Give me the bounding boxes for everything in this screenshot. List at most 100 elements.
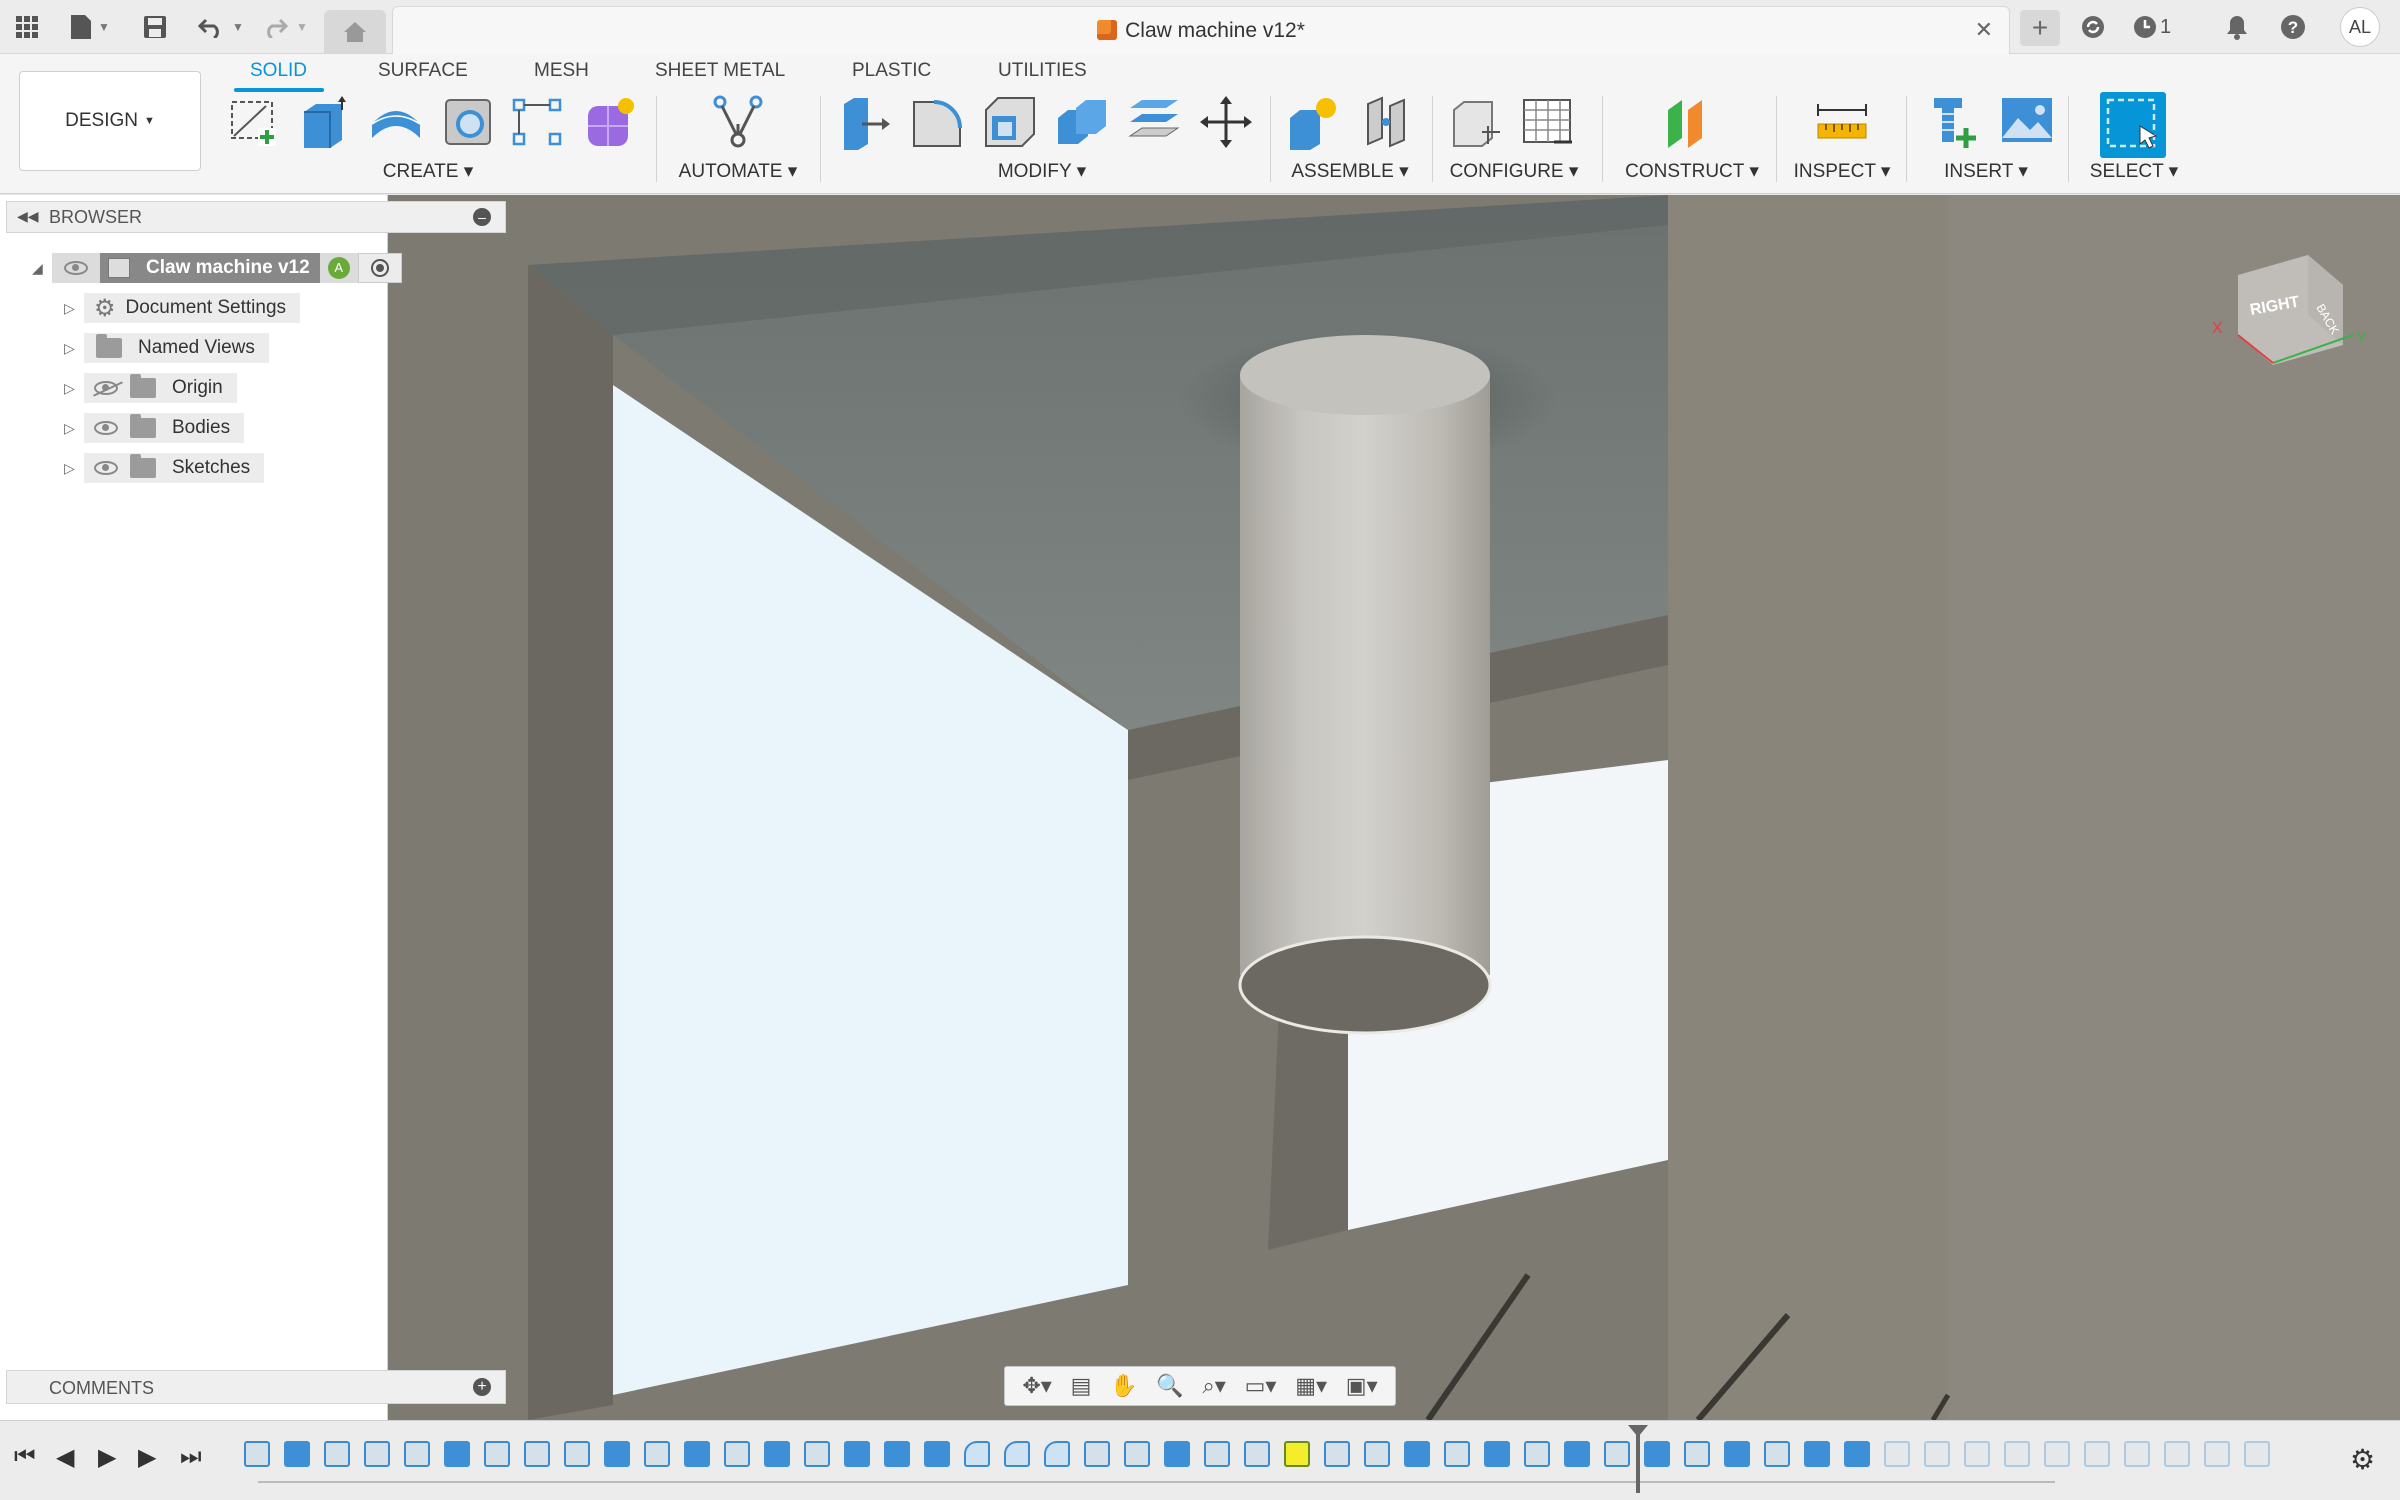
document-tab[interactable]: Claw machine v12* ✕: [392, 6, 2010, 54]
assemble-menu[interactable]: ASSEMBLE ▾: [1291, 160, 1408, 183]
modify-menu[interactable]: MODIFY ▾: [998, 160, 1086, 183]
help-icon[interactable]: ?: [2278, 12, 2308, 42]
step-back-icon[interactable]: ◀: [56, 1443, 74, 1472]
insert-canvas-icon[interactable]: [2000, 94, 2056, 150]
new-tab-button[interactable]: +: [2020, 10, 2060, 46]
sync-icon[interactable]: [2078, 12, 2108, 42]
timeline-suppressed-feature[interactable]: [2204, 1441, 2230, 1467]
browser-item-bodies[interactable]: ▷ Bodies: [64, 413, 245, 443]
timeline-suppressed-feature[interactable]: [2244, 1441, 2270, 1467]
add-comment-icon[interactable]: +: [473, 1378, 491, 1396]
timeline-sketch-feature[interactable]: [804, 1441, 830, 1467]
pattern-icon[interactable]: [510, 94, 566, 150]
expand-triangle-icon[interactable]: ▷: [64, 300, 84, 317]
file-menu-icon[interactable]: [66, 12, 96, 42]
timeline-body-feature[interactable]: [684, 1441, 710, 1467]
timeline-body-feature[interactable]: [1644, 1441, 1670, 1467]
job-status-button[interactable]: 1: [2132, 12, 2192, 42]
browser-item-named-views[interactable]: ▷ Named Views: [64, 333, 269, 363]
look-at-icon[interactable]: ▤: [1071, 1373, 1092, 1399]
hidden-eye-icon[interactable]: [94, 381, 118, 395]
collapse-browser-icon[interactable]: ◀◀: [17, 208, 39, 225]
play-icon[interactable]: ▶: [98, 1443, 116, 1472]
timeline-body-feature[interactable]: [1724, 1441, 1750, 1467]
configure-menu[interactable]: CONFIGURE ▾: [1450, 160, 1579, 183]
timeline-body-feature[interactable]: [1164, 1441, 1190, 1467]
combine-icon[interactable]: [1054, 94, 1110, 150]
extrude-icon[interactable]: [296, 94, 352, 150]
timeline-body-feature[interactable]: [884, 1441, 910, 1467]
timeline-body-feature[interactable]: [1484, 1441, 1510, 1467]
view-cube[interactable]: RIGHT BACK X Y: [2188, 235, 2368, 385]
timeline-sketch-feature[interactable]: [644, 1441, 670, 1467]
tab-utilities[interactable]: UTILITIES: [998, 60, 1087, 82]
construct-menu[interactable]: CONSTRUCT ▾: [1625, 160, 1759, 183]
comments-panel-header[interactable]: COMMENTS +: [6, 1370, 506, 1404]
timeline-body-feature[interactable]: [844, 1441, 870, 1467]
tab-mesh[interactable]: MESH: [534, 60, 589, 82]
timeline-sketch-feature[interactable]: [1684, 1441, 1710, 1467]
joint-icon[interactable]: [1358, 94, 1414, 150]
apps-grid-icon[interactable]: [12, 12, 42, 42]
zoom-window-icon[interactable]: ⌕▾: [1202, 1373, 1225, 1399]
create-menu[interactable]: CREATE ▾: [383, 160, 474, 183]
undo-history-caret-icon[interactable]: ▼: [232, 20, 244, 34]
timeline-fillet-feature[interactable]: [1044, 1441, 1070, 1467]
go-to-end-icon[interactable]: ⏭: [180, 1443, 202, 1471]
orbit-icon[interactable]: ✥▾: [1022, 1373, 1051, 1399]
timeline-sketch-feature[interactable]: [1204, 1441, 1230, 1467]
grid-snaps-icon[interactable]: ▦▾: [1295, 1373, 1327, 1399]
timeline-suppressed-feature[interactable]: [2044, 1441, 2070, 1467]
expand-triangle-icon[interactable]: ▷: [64, 460, 84, 477]
revolve-icon[interactable]: [368, 94, 424, 150]
undo-icon[interactable]: [196, 12, 226, 42]
timeline-sketch-feature[interactable]: [484, 1441, 510, 1467]
timeline-sketch-feature[interactable]: [1244, 1441, 1270, 1467]
timeline-suppressed-feature[interactable]: [1964, 1441, 1990, 1467]
measure-icon[interactable]: [1814, 94, 1870, 150]
create-form-icon[interactable]: [582, 94, 638, 150]
browser-pin-icon[interactable]: –: [473, 208, 491, 226]
expand-triangle-icon[interactable]: ▷: [64, 340, 84, 357]
tab-solid[interactable]: SOLID: [250, 60, 307, 82]
offset-plane-icon[interactable]: [1662, 94, 1718, 150]
timeline-fillet-feature[interactable]: [964, 1441, 990, 1467]
configure-icon[interactable]: [1448, 94, 1504, 150]
collapse-triangle-icon[interactable]: ◢: [32, 260, 52, 277]
timeline-suppressed-feature[interactable]: [2084, 1441, 2110, 1467]
timeline-sketch-feature[interactable]: [364, 1441, 390, 1467]
select-tool-button[interactable]: [2100, 92, 2166, 158]
select-menu[interactable]: SELECT ▾: [2090, 160, 2178, 183]
insert-mcmaster-icon[interactable]: [1928, 94, 1984, 150]
viewports-icon[interactable]: ▣▾: [1346, 1373, 1378, 1399]
timeline-fillet-feature[interactable]: [1004, 1441, 1030, 1467]
timeline-body-feature[interactable]: [1844, 1441, 1870, 1467]
offset-face-icon[interactable]: [1126, 94, 1182, 150]
redo-history-caret-icon[interactable]: ▼: [296, 20, 308, 34]
browser-header[interactable]: ◀◀ BROWSER –: [6, 201, 506, 233]
timeline-body-feature[interactable]: [444, 1441, 470, 1467]
timeline-suppressed-feature[interactable]: [1884, 1441, 1910, 1467]
inspect-menu[interactable]: INSPECT ▾: [1794, 160, 1891, 183]
timeline-sketch-feature[interactable]: [324, 1441, 350, 1467]
save-icon[interactable]: [140, 12, 170, 42]
timeline-body-feature[interactable]: [284, 1441, 310, 1467]
visibility-eye-icon[interactable]: [64, 261, 88, 275]
tab-surface[interactable]: SURFACE: [378, 60, 468, 82]
workspace-switcher[interactable]: DESIGN ▼: [19, 71, 201, 171]
insert-menu[interactable]: INSERT ▾: [1944, 160, 2028, 183]
timeline-sketch-feature[interactable]: [244, 1441, 270, 1467]
timeline-suppressed-feature[interactable]: [2164, 1441, 2190, 1467]
timeline-sketch-feature[interactable]: [1604, 1441, 1630, 1467]
expand-triangle-icon[interactable]: ▷: [64, 380, 84, 397]
timeline-sketch-feature[interactable]: [564, 1441, 590, 1467]
timeline-sketch-feature[interactable]: [1124, 1441, 1150, 1467]
timeline-sketch-feature[interactable]: [524, 1441, 550, 1467]
browser-item-document-settings[interactable]: ▷ ⚙ Document Settings: [64, 293, 301, 323]
hole-icon[interactable]: [440, 94, 496, 150]
user-avatar[interactable]: AL: [2340, 7, 2380, 47]
timeline-sketch-feature[interactable]: [1444, 1441, 1470, 1467]
activate-radio-icon[interactable]: [370, 259, 389, 277]
display-settings-icon[interactable]: ▭▾: [1245, 1373, 1277, 1399]
timeline-body-feature[interactable]: [604, 1441, 630, 1467]
